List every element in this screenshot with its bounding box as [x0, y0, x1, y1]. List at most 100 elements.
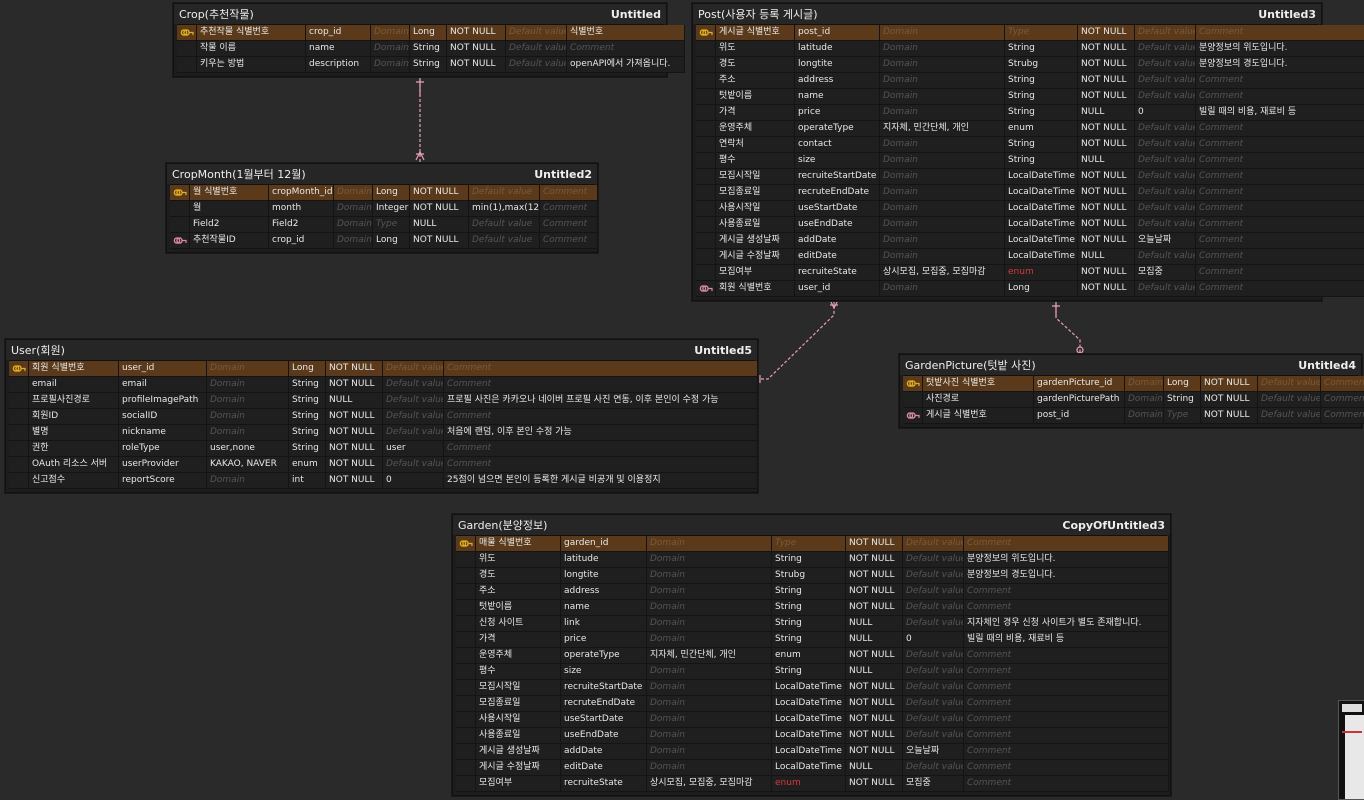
cell-type[interactable]: String [289, 377, 326, 393]
cell-logical-name[interactable]: 사용종료일 [716, 217, 795, 233]
cell-logical-name[interactable]: 모집종료일 [716, 185, 795, 201]
cell-logical-name[interactable]: 게시글 식별번호 [716, 25, 795, 41]
cell-comment[interactable]: openAPI에서 가져옵니다. [567, 57, 685, 73]
cell-logical-name[interactable]: 게시글 수정날짜 [716, 249, 795, 265]
cell-comment[interactable]: 식별번호 [567, 25, 685, 41]
cell-physical-name[interactable]: gardenPicture_id [1034, 376, 1125, 392]
cell-domain[interactable]: Domain [1125, 376, 1164, 392]
cell-comment[interactable]: Comment [964, 664, 1169, 680]
cell-comment[interactable]: Comment [540, 217, 598, 233]
cell-comment[interactable]: Comment [1196, 185, 1364, 201]
cell-default[interactable]: Default value [903, 552, 964, 568]
cell-type[interactable]: Strubg [772, 568, 846, 584]
cell-physical-name[interactable]: editDate [561, 760, 647, 776]
cell-physical-name[interactable]: editDate [795, 249, 880, 265]
cell-nullable[interactable]: NULL [1078, 249, 1135, 265]
cell-type[interactable]: String [772, 616, 846, 632]
cell-default[interactable]: Default value [1258, 376, 1321, 392]
cell-logical-name[interactable]: 경도 [476, 568, 561, 584]
cell-type[interactable]: Type [1005, 25, 1078, 41]
cell-comment[interactable]: 빌릴 때의 비용, 재료비 등 [964, 632, 1169, 648]
cell-physical-name[interactable]: recruiteStartDate [795, 169, 880, 185]
cell-comment[interactable]: Comment [540, 185, 598, 201]
cell-domain[interactable]: Domain [371, 25, 410, 41]
cell-logical-name[interactable]: 작물 이름 [197, 41, 306, 57]
cell-logical-name[interactable]: 연락처 [716, 137, 795, 153]
cell-type[interactable]: Long [373, 233, 410, 249]
cell-physical-name[interactable]: post_id [1034, 408, 1125, 424]
cell-nullable[interactable]: NOT NULL [846, 552, 903, 568]
cell-physical-name[interactable]: Field2 [269, 217, 334, 233]
cell-logical-name[interactable]: 사용종료일 [476, 728, 561, 744]
cell-comment[interactable]: Comment [540, 233, 598, 249]
cell-comment[interactable]: 처음에 랜덤, 이후 본인 수정 가능 [444, 425, 758, 441]
cell-physical-name[interactable]: user_id [795, 281, 880, 297]
cell-domain[interactable]: Domain [207, 361, 289, 377]
entity-user[interactable]: User(회원) Untitled5 회원 식별번호 user_id Domain Lon… [5, 339, 758, 493]
cell-comment[interactable]: 25점이 넘으면 본인이 등록한 게시글 비공개 및 이용정지 [444, 473, 758, 489]
cell-nullable[interactable]: NOT NULL [846, 696, 903, 712]
cell-physical-name[interactable]: useStartDate [561, 712, 647, 728]
cell-default[interactable]: Default value [903, 664, 964, 680]
cell-domain[interactable]: Domain [207, 409, 289, 425]
cell-type[interactable]: String [289, 393, 326, 409]
cell-domain[interactable]: Domain [371, 57, 410, 73]
cell-domain[interactable]: Domain [880, 249, 1005, 265]
cell-comment[interactable]: Comment [964, 680, 1169, 696]
cell-physical-name[interactable]: cropMonth_id [269, 185, 334, 201]
cell-comment[interactable]: Comment [1196, 201, 1364, 217]
cell-physical-name[interactable]: useEndDate [561, 728, 647, 744]
cell-physical-name[interactable]: userProvider [119, 457, 207, 473]
cell-nullable[interactable]: NOT NULL [1078, 281, 1135, 297]
cell-physical-name[interactable]: useEndDate [795, 217, 880, 233]
cell-physical-name[interactable]: name [306, 41, 371, 57]
cell-nullable[interactable]: NOT NULL [1078, 57, 1135, 73]
cell-default[interactable]: Default value [383, 361, 444, 377]
entity-crop[interactable]: Crop(추천작물) Untitled 추천작물 식별번호 crop_id Domain… [173, 3, 685, 77]
cell-domain[interactable]: Domain [207, 425, 289, 441]
cell-default[interactable]: 오늘날짜 [1135, 233, 1196, 249]
cell-physical-name[interactable]: socialID [119, 409, 207, 425]
cell-domain[interactable]: Domain [647, 680, 772, 696]
cell-logical-name[interactable]: 추천작물 식별번호 [197, 25, 306, 41]
cell-physical-name[interactable]: email [119, 377, 207, 393]
cell-comment[interactable]: 프로필 사진은 카카오나 네이버 프로필 사진 연동, 이후 본인이 수정 가능 [444, 393, 758, 409]
cell-comment[interactable]: Comment [964, 584, 1169, 600]
cell-default[interactable]: Default value [903, 728, 964, 744]
cell-logical-name[interactable]: 사용시작일 [476, 712, 561, 728]
cell-type[interactable]: Type [1164, 408, 1201, 424]
cell-type[interactable]: enum [289, 457, 326, 473]
cell-physical-name[interactable]: gardenPicturePath [1034, 392, 1125, 408]
cell-default[interactable]: 모집중 [1135, 265, 1196, 281]
cell-domain[interactable]: Domain [647, 712, 772, 728]
cell-nullable[interactable]: NOT NULL [1078, 169, 1135, 185]
cell-physical-name[interactable]: contact [795, 137, 880, 153]
cell-domain[interactable]: 상시모집, 모집중, 모집마감 [880, 265, 1005, 281]
cell-default[interactable]: 오늘날짜 [903, 744, 964, 760]
cell-nullable[interactable]: NOT NULL [410, 201, 469, 217]
cell-physical-name[interactable]: operateType [795, 121, 880, 137]
cell-nullable[interactable]: NULL [846, 632, 903, 648]
cell-type[interactable]: String [1164, 392, 1201, 408]
cell-domain[interactable]: Domain [647, 760, 772, 776]
cell-logical-name[interactable]: 추천작물ID [190, 233, 269, 249]
cell-nullable[interactable]: NOT NULL [1078, 201, 1135, 217]
cell-default[interactable]: Default value [383, 409, 444, 425]
cell-domain[interactable]: Domain [647, 536, 772, 552]
cell-type[interactable]: String [410, 41, 447, 57]
cell-nullable[interactable]: NOT NULL [410, 185, 469, 201]
cell-nullable[interactable]: NOT NULL [326, 377, 383, 393]
cell-type[interactable]: LocalDateTime [1005, 169, 1078, 185]
cell-type[interactable]: LocalDateTime [772, 760, 846, 776]
cell-logical-name[interactable]: 게시글 식별번호 [923, 408, 1034, 424]
cell-domain[interactable]: Domain [880, 41, 1005, 57]
cell-comment[interactable]: Comment [1196, 121, 1364, 137]
cell-comment[interactable]: Comment [1196, 153, 1364, 169]
cell-domain[interactable]: Domain [647, 728, 772, 744]
cell-type[interactable]: LocalDateTime [1005, 249, 1078, 265]
cell-domain[interactable]: Domain [647, 744, 772, 760]
cell-comment[interactable]: Comment [964, 648, 1169, 664]
cell-domain[interactable]: Domain [334, 217, 373, 233]
cell-physical-name[interactable]: recruiteState [795, 265, 880, 281]
cell-physical-name[interactable]: longtite [561, 568, 647, 584]
